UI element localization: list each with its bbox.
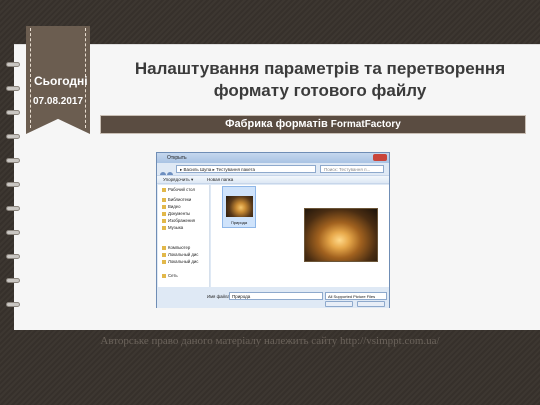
documents-icon xyxy=(162,211,166,216)
ring-icon xyxy=(6,206,20,211)
ring-icon xyxy=(6,134,20,139)
dialog-toolbar: Упорядочить ▾ Новая папка xyxy=(157,175,389,184)
date-label: 07.08.2017 xyxy=(33,96,84,107)
drive-icon xyxy=(162,259,166,264)
nav-item[interactable]: Музыка xyxy=(162,225,183,230)
ring-icon xyxy=(6,158,20,163)
search-input[interactable]: Поиск: Тестування п... xyxy=(320,165,384,173)
ring-icon xyxy=(6,110,20,115)
nav-item[interactable]: Сеть xyxy=(162,273,178,278)
computer-icon xyxy=(162,245,166,250)
filetype-select[interactable]: All Supported Picture Files xyxy=(325,292,387,300)
navigation-pane: Рабочий стол Библиотеки Видео Документы … xyxy=(158,185,210,287)
desktop-icon xyxy=(162,187,166,192)
network-icon xyxy=(162,273,166,278)
music-icon xyxy=(162,225,166,230)
binder-rings xyxy=(0,44,24,330)
nav-item[interactable]: Рабочий стол xyxy=(162,187,195,192)
ring-icon xyxy=(6,62,20,67)
file-thumbnail-image xyxy=(226,196,253,217)
nav-item[interactable]: Локальный дис xyxy=(162,252,198,257)
ring-icon xyxy=(6,302,20,307)
nav-item[interactable]: Документы xyxy=(162,211,190,216)
subtitle-ua: Фабрика форматів xyxy=(225,118,328,130)
slide-subtitle: Фабрика форматів FormatFactory xyxy=(100,116,526,133)
copyright-footer: Авторське право даного матеріалу належит… xyxy=(100,335,440,347)
back-forward-icon[interactable] xyxy=(160,165,174,178)
file-name-label: Природа xyxy=(230,220,248,225)
address-bar: ▸ Василь Шупа ▸ Тестування пакета Поиск:… xyxy=(160,165,386,178)
today-label: Сьогодні xyxy=(34,74,88,88)
video-icon xyxy=(162,204,166,209)
address-field[interactable]: ▸ Василь Шупа ▸ Тестування пакета xyxy=(176,165,316,173)
dialog-footer: Имя файла: Природа All Supported Picture… xyxy=(157,288,389,308)
filename-input[interactable]: Природа xyxy=(229,292,323,300)
drive-icon xyxy=(162,252,166,257)
ring-icon xyxy=(6,230,20,235)
new-folder-button[interactable]: Новая папка xyxy=(207,176,233,184)
filename-label: Имя файла: xyxy=(207,294,231,299)
library-icon xyxy=(162,197,166,202)
close-button[interactable] xyxy=(373,154,387,161)
subtitle-en: FormatFactory xyxy=(330,119,401,130)
nav-item[interactable]: Библиотеки xyxy=(162,197,191,202)
nav-item[interactable]: Локальный дис xyxy=(162,259,198,264)
organize-button[interactable]: Упорядочить ▾ xyxy=(163,176,193,184)
slide-title: Налаштування параметрів та перетворення … xyxy=(134,59,506,100)
nav-item[interactable]: Компьютер xyxy=(162,245,190,250)
cancel-button[interactable] xyxy=(357,301,385,307)
open-button[interactable] xyxy=(325,301,353,307)
ring-icon xyxy=(6,86,20,91)
dialog-title: Открыть xyxy=(157,153,389,163)
nav-item[interactable]: Видео xyxy=(162,204,181,209)
preview-image xyxy=(304,208,378,262)
ring-icon xyxy=(6,182,20,187)
nav-item[interactable]: Изображения xyxy=(162,218,195,223)
pictures-icon xyxy=(162,218,166,223)
ring-icon xyxy=(6,278,20,283)
ring-icon xyxy=(6,254,20,259)
